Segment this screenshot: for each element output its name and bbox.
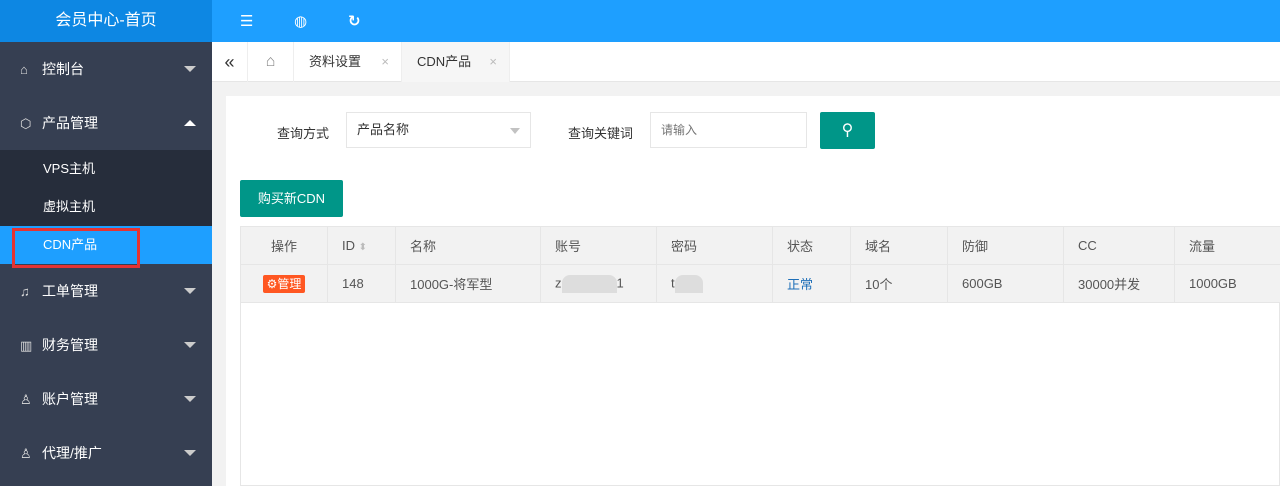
label: 工单管理 (42, 283, 98, 299)
manage-label: 管理 (277, 277, 302, 291)
finance-icon: ▥ (20, 338, 33, 353)
sidebar-item-agent[interactable]: ♙ 代理/推广 (0, 426, 212, 480)
col-traffic: 流量 (1174, 226, 1280, 265)
col-action: 操作 (240, 226, 328, 265)
label: 账户管理 (42, 391, 98, 407)
domain-cell: 10个 (850, 264, 948, 303)
account-cell: z1 (540, 264, 657, 303)
caret-down-icon (184, 396, 196, 402)
label: 产品管理 (42, 115, 98, 131)
scroll-left-icon[interactable]: « (212, 42, 248, 82)
gear-icon: ⚙ (266, 277, 278, 291)
caret-down-icon (184, 342, 196, 348)
cube-icon: ⬡ (20, 116, 32, 131)
keyword-input[interactable] (650, 112, 807, 148)
query-mode-label: 查询方式 (277, 126, 330, 141)
caret-up-icon (184, 120, 196, 126)
refresh-icon[interactable]: ↻ (348, 12, 361, 30)
chevron-down-icon (510, 128, 520, 134)
traffic-cell: 1000GB (1174, 264, 1280, 303)
search-icon: ⚲ (841, 122, 854, 139)
sort-icon[interactable]: ⬍ (359, 242, 367, 253)
caret-down-icon (184, 288, 196, 294)
col-account: 账号 (540, 226, 657, 265)
close-icon[interactable]: × (489, 42, 497, 82)
sidebar-item-finance[interactable]: ▥ 财务管理 (0, 318, 212, 372)
home-tab-icon[interactable]: ⌂ (248, 42, 294, 82)
label: 财务管理 (42, 337, 98, 353)
table-body-empty (240, 302, 1280, 486)
bell-icon: ♫ (20, 284, 30, 299)
col-name: 名称 (395, 226, 541, 265)
user-icon: ♙ (20, 392, 32, 407)
sidebar-item-console[interactable]: ⌂ 控制台 (0, 42, 212, 96)
sidebar-item-tickets[interactable]: ♫ 工单管理 (0, 264, 212, 318)
cc-cell: 30000并发 (1063, 264, 1175, 303)
select-value: 产品名称 (357, 122, 410, 137)
sidebar: ⌂ 控制台 ⬡ 产品管理 VPS主机 虚拟主机 CDN产品 ♫ 工单管理 ▥ 财务管理 … (0, 42, 212, 486)
table-header-row: 操作 ID ⬍ 名称 账号 密码 状态 域名 防御 CC 流量 (240, 226, 1280, 265)
search-button[interactable]: ⚲ (820, 112, 875, 149)
account-end: 1 (616, 274, 624, 290)
name-cell: 1000G-将军型 (395, 264, 541, 303)
submenu: VPS主机 虚拟主机 CDN产品 (0, 150, 212, 268)
label: 代理/推广 (42, 445, 102, 461)
table-row: ⚙管理 148 1000G-将军型 z1 t 正常 10个 600GB 3000… (240, 264, 1280, 303)
top-bar: ☰ ◍ ↻ (212, 0, 1280, 42)
sidebar-item-account[interactable]: ♙ 账户管理 (0, 372, 212, 426)
col-defense: 防御 (947, 226, 1064, 265)
col-status: 状态 (772, 226, 851, 265)
sidebar-item-vps[interactable]: VPS主机 (0, 150, 212, 188)
tab-cdn[interactable]: CDN产品 × (402, 42, 510, 82)
caret-down-icon (184, 450, 196, 456)
globe-icon[interactable]: ◍ (294, 12, 307, 30)
tab-profile[interactable]: 资料设置 × (294, 42, 402, 82)
col-id[interactable]: ID ⬍ (327, 226, 396, 265)
menu-toggle-icon[interactable]: ☰ (240, 12, 253, 30)
defense-cell: 600GB (947, 264, 1064, 303)
cdn-table: 操作 ID ⬍ 名称 账号 密码 状态 域名 防御 CC 流量 ⚙管理 148 … (240, 226, 1280, 303)
buy-cdn-button[interactable]: 购买新CDN (240, 180, 343, 217)
sidebar-item-products[interactable]: ⬡ 产品管理 (0, 96, 212, 150)
col-cc: CC (1063, 226, 1175, 265)
manage-button[interactable]: ⚙管理 (262, 275, 306, 293)
col-password: 密码 (656, 226, 773, 265)
col-domain: 域名 (850, 226, 948, 265)
tab-label: 资料设置 (309, 54, 362, 69)
tab-label: CDN产品 (417, 54, 472, 69)
redaction (561, 274, 617, 293)
account-start: z (555, 274, 562, 290)
col-id-label: ID (342, 238, 355, 253)
user-icon: ♙ (20, 446, 32, 461)
status-cell: 正常 (772, 264, 851, 303)
password-cell: t (656, 264, 773, 303)
query-mode-select[interactable]: 产品名称 (346, 112, 531, 148)
label: 控制台 (42, 61, 84, 77)
action-cell: ⚙管理 (240, 264, 328, 303)
redaction (674, 274, 703, 293)
close-icon[interactable]: × (381, 42, 389, 82)
sidebar-item-vhost[interactable]: 虚拟主机 (0, 188, 212, 226)
caret-down-icon (184, 66, 196, 72)
app-title[interactable]: 会员中心-首页 (0, 0, 212, 42)
tab-bar: « ⌂ 资料设置 × CDN产品 × (212, 42, 1280, 82)
home-icon: ⌂ (20, 62, 28, 77)
id-cell: 148 (327, 264, 396, 303)
keyword-label: 查询关键词 (568, 126, 634, 141)
sidebar-item-cdn[interactable]: CDN产品 (0, 226, 212, 268)
